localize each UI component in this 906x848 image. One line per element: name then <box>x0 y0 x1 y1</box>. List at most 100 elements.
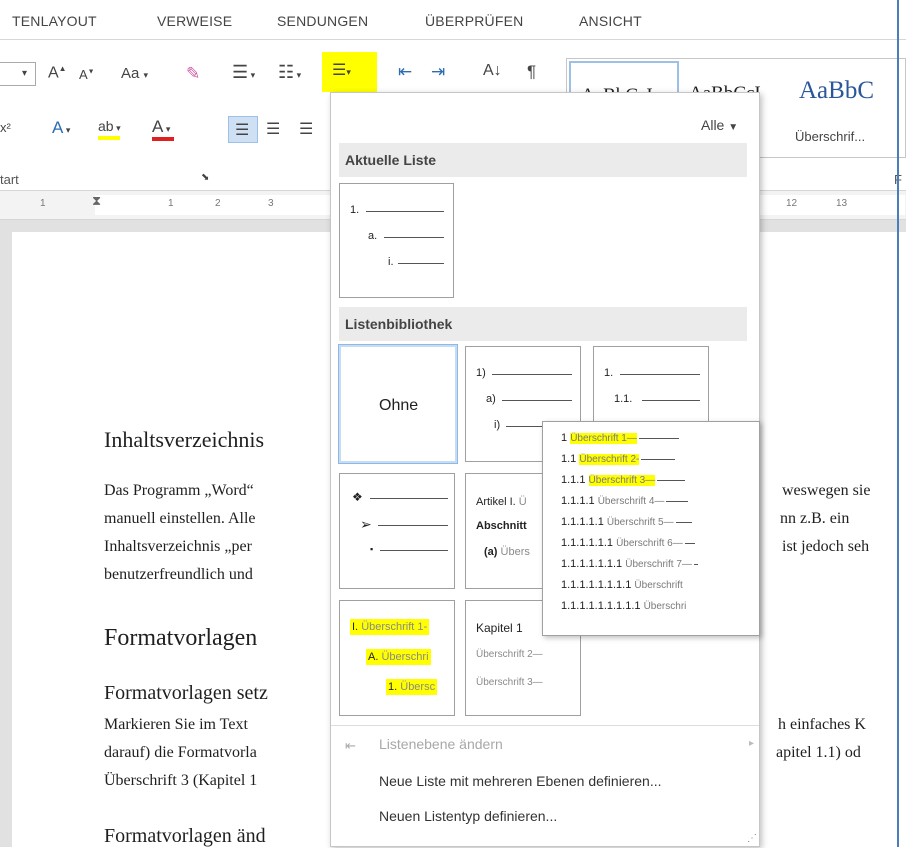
style-heading-tile[interactable]: AaBbC <box>799 77 874 105</box>
flyout-level-text: Überschrift <box>634 580 683 591</box>
flyout-level-text: Überschrift 4— <box>597 496 665 507</box>
flyout-level-row: 1.1.1 Überschrift 3— <box>561 474 686 486</box>
flyout-level-line <box>641 458 676 460</box>
list-level-label: I. Überschrift 1- <box>350 619 430 635</box>
list-none-tile[interactable]: Ohne <box>338 344 458 464</box>
ribbon-tab-bar: TENLAYOUT VERWEISE SENDUNGEN ÜBERPRÜFEN … <box>0 0 906 40</box>
heading-formatvorlagen-aendern: Formatvorlagen änd <box>104 825 266 847</box>
ruler-number: 3 <box>268 198 274 209</box>
list-level-label: Kapitel 1 <box>476 621 523 635</box>
flyout-level-number: 1.1 <box>561 453 577 465</box>
flyout-level-number: 1.1.1.1 <box>561 495 595 507</box>
flyout-level-row: 1.1.1.1.1.1 Überschrift 6— <box>561 537 695 549</box>
shrink-font-button[interactable]: A▼ <box>79 67 95 82</box>
numbering-button[interactable]: ☷ ▾ <box>278 62 301 83</box>
list-level-label: 1. <box>604 367 614 379</box>
heading-formatvorlagen: Formatvorlagen <box>104 625 258 651</box>
tab-seitenlayout[interactable]: TENLAYOUT <box>12 13 97 29</box>
flyout-level-number: 1.1.1.1.1 <box>561 516 604 528</box>
filter-dropdown[interactable]: Alle ▼ <box>701 117 738 133</box>
list-none-label: Ohne <box>379 397 419 414</box>
multilevel-list-button[interactable]: ☰▾ <box>322 52 377 92</box>
change-case-button[interactable]: Aa ▾ <box>121 65 148 82</box>
flyout-level-text: Überschrift 2- <box>579 454 640 465</box>
diamond-bullet-icon: ❖ <box>352 490 363 504</box>
menu-define-list-style[interactable]: Neuen Listentyp definieren... <box>379 808 557 824</box>
dialog-launcher-icon[interactable]: ⬊ <box>201 172 209 183</box>
change-level-icon: ⇤ <box>345 738 356 753</box>
group-label-start: tart <box>0 172 19 187</box>
clear-formatting-icon[interactable]: ✎ <box>186 64 200 84</box>
text-effects-icon[interactable]: A ▾ <box>52 118 70 138</box>
paragraph-line: darauf) die Formatvorla <box>104 744 257 761</box>
flyout-level-text: Überschrift 7— <box>625 559 692 570</box>
flyout-level-number: 1.1.1.1.1.1.1 <box>561 558 623 570</box>
list-level-label: 1) <box>476 367 486 379</box>
decrease-indent-icon[interactable]: ⇤ <box>398 62 412 82</box>
paragraph-line: ist jedoch seh <box>782 538 870 555</box>
flyout-level-text: Überschrift 3— <box>588 475 656 486</box>
paragraph-line: Inhaltsverzeichnis „per <box>104 538 252 555</box>
list-level-label: 1. <box>350 204 360 216</box>
list-bullets-tile[interactable]: ❖ ➢ ▪ <box>339 473 455 589</box>
paragraph-line: Das Programm „Word“ <box>104 482 254 499</box>
bullets-button[interactable]: ☰ ▾ <box>232 62 255 83</box>
paragraph-line: benutzerfreundlich und <box>104 566 253 583</box>
sort-icon[interactable]: A↓ <box>483 62 502 80</box>
tab-ueberpruefen[interactable]: ÜBERPRÜFEN <box>425 13 523 29</box>
resize-grip-icon[interactable]: ⋰ <box>747 833 757 844</box>
list-level-label: Abschnitt <box>476 520 527 532</box>
flyout-level-text: Überschrift 1— <box>570 433 637 444</box>
flyout-level-row: 1.1.1.1.1.1.1.1.1 Überschri <box>561 600 686 612</box>
section-current-list: Aktuelle Liste <box>339 143 747 177</box>
increase-indent-icon[interactable]: ⇥ <box>431 62 445 82</box>
flyout-level-row: 1 Überschrift 1— <box>561 432 679 444</box>
list-level-label: (a) Übers <box>484 546 530 558</box>
menu-change-list-level[interactable]: Listenebene ändern <box>379 736 503 752</box>
ruler-number: 1 <box>40 198 46 209</box>
align-center-button[interactable]: ☰ <box>266 119 280 139</box>
flyout-level-text: Überschrift 6— <box>616 538 683 549</box>
current-list-tile[interactable]: 1. a. i. <box>339 183 454 298</box>
font-color-icon[interactable]: A ▾ <box>152 117 174 141</box>
align-right-button[interactable]: ☰ <box>299 119 313 139</box>
list-level-label: i. <box>388 256 394 268</box>
tab-ansicht[interactable]: ANSICHT <box>579 13 642 29</box>
flyout-level-number: 1.1.1 <box>561 474 586 486</box>
ruler-number: 2 <box>215 198 221 209</box>
menu-define-multilevel-list[interactable]: Neue Liste mit mehreren Ebenen definiere… <box>379 773 662 789</box>
paragraph-line: apitel 1.1) od <box>776 744 861 761</box>
paragraph-line: manuell einstellen. Alle <box>104 510 256 527</box>
align-left-button[interactable]: ☰ <box>228 116 258 143</box>
ruler-number: 12 <box>786 198 798 209</box>
show-formatting-icon[interactable]: ¶ <box>527 62 536 82</box>
window-border <box>897 0 899 847</box>
tab-verweise[interactable]: VERWEISE <box>157 13 232 29</box>
indent-marker-icon[interactable]: ⧗ <box>92 193 101 209</box>
flyout-level-row: 1.1.1.1.1.1.1 Überschrift 7— <box>561 558 698 570</box>
flyout-level-text: Überschri <box>643 601 687 612</box>
paragraph-line: weswegen sie <box>782 482 871 499</box>
flyout-level-row: 1.1.1.1 Überschrift 4— <box>561 495 689 507</box>
flyout-level-row: 1.1 Überschrift 2- <box>561 453 676 465</box>
tab-sendungen[interactable]: SENDUNGEN <box>277 13 368 29</box>
flyout-level-line <box>657 479 686 481</box>
paragraph-line: h einfaches K <box>778 716 866 733</box>
ruler-number: 1 <box>168 198 174 209</box>
arrow-bullet-icon: ➢ <box>360 516 372 532</box>
flyout-level-number: 1 <box>561 432 568 444</box>
font-size-dropdown[interactable]: ▾ <box>0 62 36 86</box>
square-bullet-icon: ▪ <box>370 544 374 554</box>
list-level-label: i) <box>494 419 501 431</box>
flyout-level-number: 1.1.1.1.1.1.1.1.1 <box>561 600 641 612</box>
flyout-level-row: 1.1.1.1.1.1.1.1 Überschrift <box>561 579 683 591</box>
highlight-color-icon[interactable]: ab ▾ <box>98 118 121 140</box>
ruler-number: 13 <box>836 198 848 209</box>
submenu-arrow-icon: ▸ <box>749 738 755 749</box>
grow-font-button[interactable]: A▲ <box>48 64 67 82</box>
paragraph-line: Überschrift 3 (Kapitel 1 <box>104 772 258 789</box>
list-level-label: Überschrift 2— <box>476 649 543 660</box>
multilevel-list-icon: ☰▾ <box>332 62 351 79</box>
list-roman-heading-tile[interactable]: I. Überschrift 1- A. Überschri 1. Übersc <box>339 600 455 716</box>
superscript-icon[interactable]: x² <box>0 120 11 135</box>
